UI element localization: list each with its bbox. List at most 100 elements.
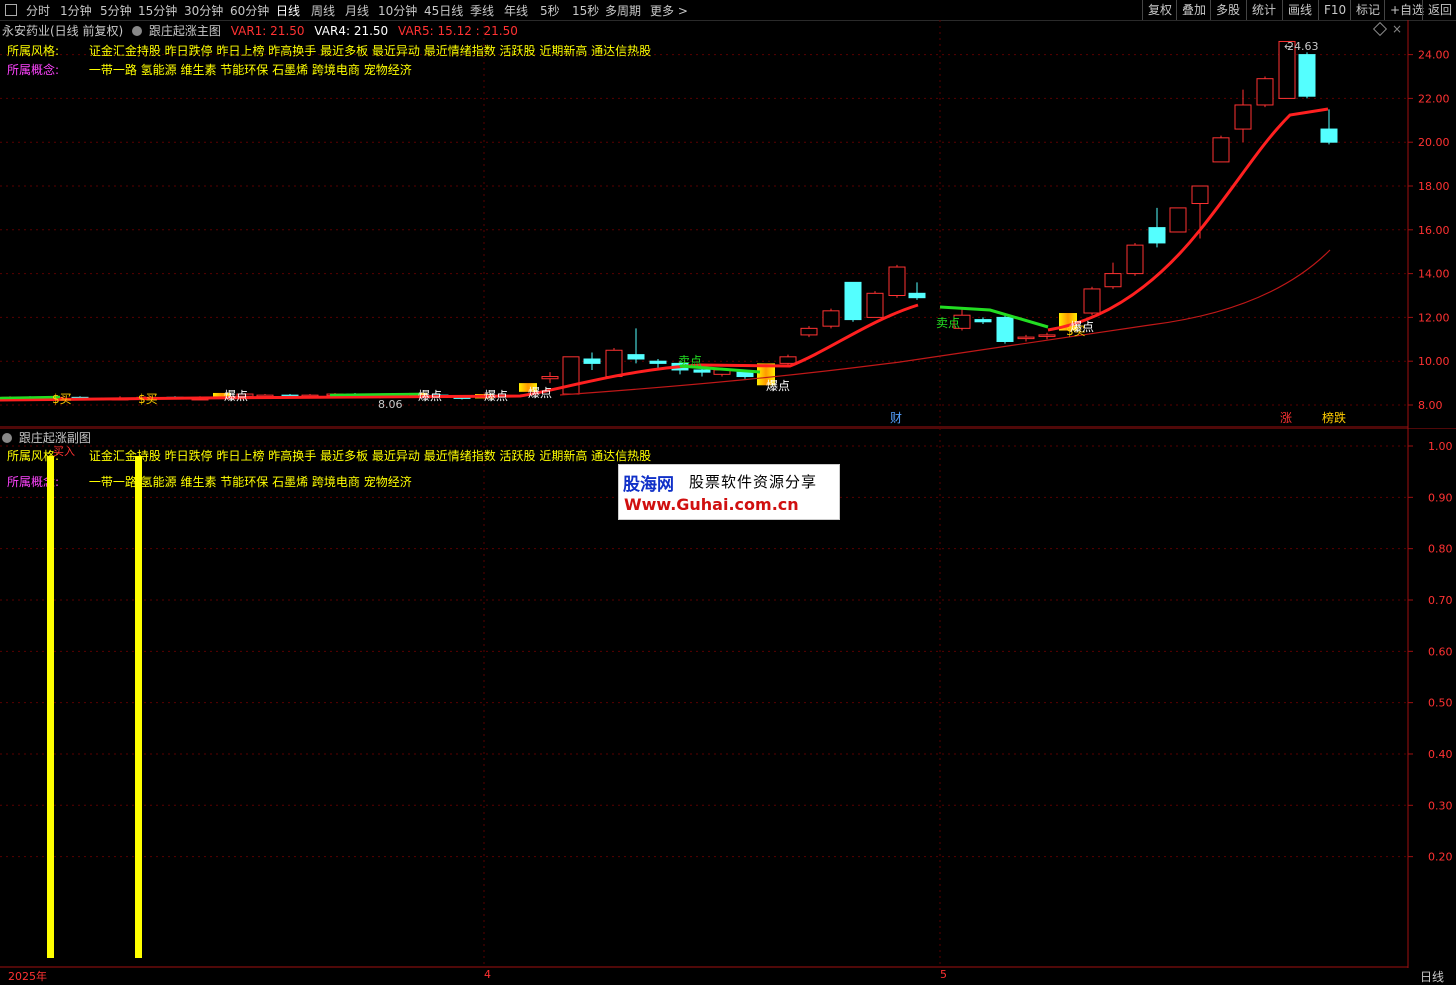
signal-annotation: 卖点 [678, 354, 702, 368]
signal-annotation: 卖点 [936, 316, 960, 330]
period-tab[interactable]: 日线 [276, 2, 300, 19]
period-tab[interactable]: 15分钟 [138, 2, 177, 19]
menu-icon[interactable] [5, 4, 17, 16]
buy-signal-bar [135, 456, 142, 958]
signal-annotation: $买 [138, 392, 158, 406]
high-arrow: ← [1284, 40, 1293, 53]
toolbar-button[interactable]: 复权 [1142, 0, 1177, 20]
candle-body [1256, 78, 1274, 106]
period-tab[interactable]: 多周期 [605, 2, 641, 19]
period-tab[interactable]: 1分钟 [60, 2, 92, 19]
toolbar-button[interactable]: F10 [1318, 0, 1351, 20]
period-tab[interactable]: 季线 [470, 2, 494, 19]
candle-body [866, 292, 884, 318]
candle-body [844, 281, 862, 321]
y-tick-label: 16.00 [1418, 224, 1450, 237]
candle-body [779, 356, 797, 364]
candle-body [1320, 128, 1338, 143]
signal-annotation: 爆点 [224, 389, 248, 403]
period-tab[interactable]: 5秒 [540, 2, 560, 19]
buy-label: 买入 [53, 445, 75, 458]
candle-body [974, 319, 992, 323]
period-tab[interactable]: 分时 [26, 2, 50, 19]
sub-y-tick-label: 0.90 [1428, 491, 1453, 504]
y-tick-label: 10.00 [1418, 355, 1450, 368]
period-tab[interactable]: 15秒 [572, 2, 599, 19]
candle-body [1234, 104, 1252, 130]
sub-y-tick-label: 0.60 [1428, 645, 1453, 658]
y-tick-label: 20.00 [1418, 136, 1450, 149]
candle-body [800, 327, 818, 336]
toolbar-button[interactable]: 统计 [1246, 0, 1281, 20]
candle-body [1038, 334, 1056, 337]
sub-y-tick-label: 0.40 [1428, 748, 1453, 761]
buy-signal-bar [47, 456, 54, 958]
signal-annotation: 爆点 [418, 389, 442, 403]
x-axis: 2025年 4 5 日线 [0, 968, 1456, 984]
toolbar-button[interactable]: 画线 [1282, 0, 1317, 20]
candle-body [908, 292, 926, 299]
watermark-logo: 股海网 股票软件资源分享 Www.Guhai.com.cn [618, 464, 840, 520]
y-tick-label: 22.00 [1418, 92, 1450, 105]
period-indicator[interactable]: 日线 [1420, 968, 1444, 985]
candle-body [822, 310, 840, 327]
signal-annotation: 爆点 [528, 386, 552, 400]
x-label-month-5: 5 [940, 968, 947, 981]
toolbar-button[interactable]: 叠加 [1176, 0, 1211, 20]
candle-body [1126, 244, 1144, 275]
toolbar-button[interactable]: 标记 [1350, 0, 1385, 20]
event-marker[interactable]: 财 [890, 411, 902, 425]
period-tab[interactable]: 30分钟 [184, 2, 223, 19]
candle-body [996, 316, 1014, 342]
low-price-label: 8.06 [378, 398, 403, 411]
period-tab[interactable]: 年线 [504, 2, 528, 19]
candle-body [1169, 207, 1187, 233]
x-label-month-4: 4 [484, 968, 491, 981]
candle-body [1148, 227, 1166, 244]
period-tab[interactable]: 45日线 [424, 2, 463, 19]
period-tab[interactable]: 5分钟 [100, 2, 132, 19]
sub-y-tick-label: 0.70 [1428, 594, 1453, 607]
period-tab[interactable]: 月线 [345, 2, 369, 19]
candle-body [1212, 137, 1230, 163]
candle-body [605, 349, 623, 378]
candle-body [649, 360, 667, 364]
y-tick-label: 14.00 [1418, 268, 1450, 281]
sub-y-tick-label: 0.80 [1428, 543, 1453, 556]
signal-annotation: 爆点 [1070, 320, 1094, 334]
candle-body [562, 356, 580, 395]
period-tab[interactable]: 周线 [311, 2, 335, 19]
toolbar-button[interactable]: 多股 [1210, 0, 1245, 20]
sub-y-tick-label: 1.00 [1428, 440, 1453, 453]
signal-annotation: 爆点 [484, 389, 508, 403]
watermark-slogan: 股票软件资源分享 [689, 473, 818, 491]
candle-body [583, 358, 601, 364]
watermark-url: Www.Guhai.com.cn [624, 495, 799, 514]
y-tick-label: 18.00 [1418, 180, 1450, 193]
signal-annotation: 爆点 [766, 379, 790, 393]
x-label-year: 2025年 [8, 970, 47, 983]
candle-body [1017, 336, 1035, 340]
candle-body [888, 266, 906, 296]
candle-body [1298, 54, 1316, 97]
signal-annotation: $买 [52, 392, 72, 406]
y-tick-label: 12.00 [1418, 311, 1450, 324]
toolbar-button[interactable]: 返回 [1422, 0, 1456, 20]
candle-body [1104, 273, 1122, 288]
event-marker[interactable]: 榜跌 [1322, 410, 1346, 425]
watermark-brand: 股海网 [623, 475, 674, 495]
candle-body [627, 354, 645, 360]
candle-body [1191, 185, 1209, 205]
period-toolbar: 分时 1分钟 5分钟 15分钟 30分钟 60分钟 日线 周线 月线 10分钟 45日线 季线 年线 5秒… [0, 0, 1456, 21]
candle-body [1083, 288, 1101, 314]
y-tick-label: 24.00 [1418, 49, 1450, 62]
y-tick-label: 8.00 [1418, 399, 1443, 412]
period-tab[interactable]: 60分钟 [230, 2, 269, 19]
candle-body [736, 371, 754, 378]
period-tab[interactable]: 10分钟 [378, 2, 417, 19]
sub-y-tick-label: 0.50 [1428, 697, 1453, 710]
event-marker[interactable]: 涨 [1280, 410, 1292, 425]
sub-y-tick-label: 0.20 [1428, 851, 1453, 864]
main-kline-chart[interactable]: 24.00 22.00 20.00 18.00 16.00 14.00 12.00 10.00… [0, 20, 1456, 428]
period-tab[interactable]: 更多 > [650, 2, 688, 19]
